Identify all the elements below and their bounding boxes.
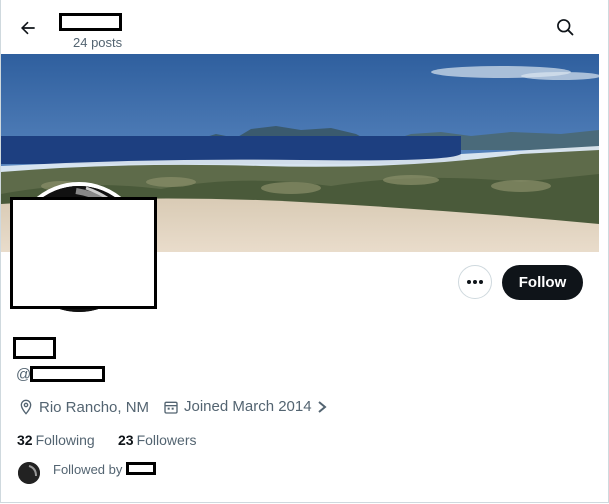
follower-avatar[interactable] bbox=[18, 462, 40, 484]
calendar-icon bbox=[164, 401, 178, 414]
follower-avatar-image bbox=[18, 462, 40, 484]
location-text: Rio Rancho, NM bbox=[39, 398, 150, 416]
follow-button[interactable]: Follow bbox=[502, 265, 583, 300]
followers-link[interactable]: 23 Followers bbox=[118, 432, 196, 448]
profile-joined[interactable]: Joined March 2014 bbox=[163, 398, 333, 415]
redacted-follower-name bbox=[126, 462, 156, 475]
following-link[interactable]: 32 Following bbox=[17, 432, 95, 448]
search-icon bbox=[557, 19, 574, 36]
redacted-display-name-header bbox=[59, 13, 122, 31]
search-button[interactable] bbox=[550, 12, 580, 42]
location-pin-icon bbox=[20, 399, 32, 415]
redacted-display-name bbox=[13, 337, 56, 359]
following-count: 32 bbox=[17, 432, 33, 448]
redacted-username bbox=[30, 366, 105, 382]
chevron-right-icon bbox=[317, 400, 327, 413]
handle-prefix: @ bbox=[16, 366, 32, 383]
arrow-left-icon bbox=[21, 21, 35, 35]
followers-count: 23 bbox=[118, 432, 134, 448]
joined-text: Joined March 2014 bbox=[184, 398, 312, 415]
posts-count: 24 posts bbox=[73, 35, 123, 50]
profile-location: Rio Rancho, NM bbox=[18, 398, 149, 416]
redacted-avatar bbox=[10, 197, 157, 309]
followed-by-text[interactable]: Followed by bbox=[53, 462, 122, 477]
back-button[interactable] bbox=[12, 12, 44, 44]
followers-label: Followers bbox=[136, 432, 197, 448]
following-label: Following bbox=[35, 432, 95, 448]
more-options-button[interactable] bbox=[458, 265, 492, 299]
more-icon bbox=[467, 280, 483, 284]
